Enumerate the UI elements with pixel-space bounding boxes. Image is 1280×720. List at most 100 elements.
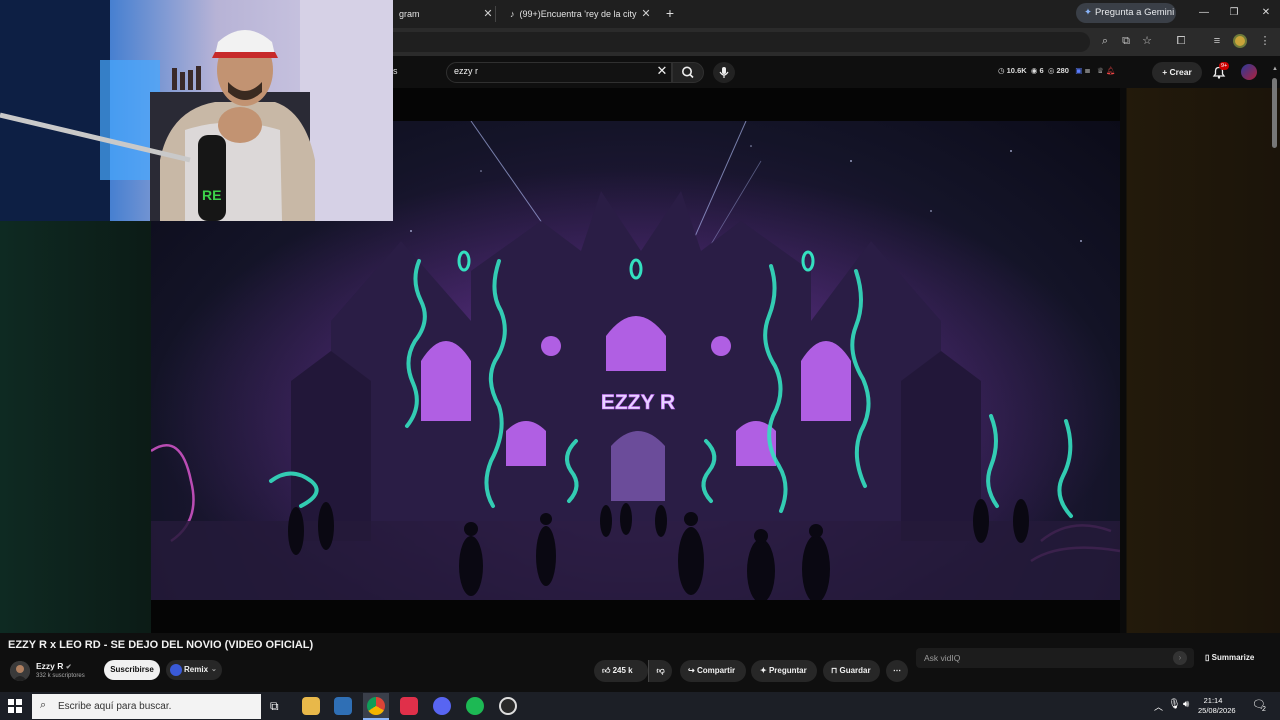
vidiq-icon[interactable]: ▣ (1075, 66, 1082, 75)
share-button[interactable]: ↪ Compartir (680, 660, 746, 682)
page-scrollbar[interactable]: ▲ (1270, 66, 1278, 686)
save-button[interactable]: ⊓ Guardar (823, 660, 880, 682)
vidiq-header-stats: ◷ 10.6K ◉ 6 ◎ 280 ▣ ≣ ♕ 🔔︎ (998, 66, 1115, 75)
share-label: Compartir (696, 666, 736, 675)
stat-count-b: 280 (1056, 66, 1069, 75)
account-avatar[interactable] (1241, 64, 1257, 80)
like-count: 245 k (612, 666, 633, 675)
channel-avatar-image (10, 661, 30, 681)
vidiq-send-button[interactable]: › (1173, 651, 1187, 665)
windows-start-icon[interactable] (8, 699, 22, 718)
notification-count: 2 (1262, 706, 1266, 713)
new-tab-button[interactable]: + (662, 3, 678, 25)
minimize-button[interactable]: — (1189, 4, 1219, 22)
trophy-icon[interactable]: ♕ (1097, 66, 1104, 75)
streamer-webcam-image: RE (0, 0, 393, 221)
close-tab-icon[interactable]: ✕ (481, 3, 495, 25)
chevron-up-icon[interactable]: ︿ (1154, 700, 1163, 713)
search-query-text: ezzy r (454, 66, 479, 76)
clock-icon: ◷ (998, 66, 1005, 75)
ask-label: Preguntar (768, 666, 807, 675)
summarize-label: Summarize (1211, 653, 1255, 662)
dislike-button[interactable]: 👎︎ (648, 660, 672, 682)
close-window-button[interactable]: ✕ (1251, 4, 1280, 22)
tab-title: gram (399, 9, 420, 19)
search-button[interactable] (672, 62, 704, 83)
scroll-up-icon[interactable]: ▲ (1272, 66, 1278, 72)
clock-time: 21:14 (1203, 696, 1223, 705)
like-button[interactable]: 👍︎ 245 k (594, 660, 648, 682)
neon-logo-text: EZZY R (601, 391, 675, 414)
vidiq-ask-placeholder: Ask vidIQ (924, 653, 961, 663)
obs-icon[interactable] (499, 697, 517, 715)
verified-icon: ✔︎ (65, 664, 72, 671)
browser-tab-tiktok[interactable]: ♪ (99+)Encuentra 'rey de la city h (504, 3, 638, 25)
browser-tab-instagram[interactable]: gram (393, 3, 483, 25)
subscriber-count: 332 k suscriptores (36, 673, 85, 679)
restore-button[interactable]: ❐ (1219, 4, 1249, 22)
webcam-overlay: RE (0, 0, 393, 221)
create-label: Crear (1169, 67, 1192, 77)
search-input[interactable] (446, 62, 672, 83)
gemini-star-icon: ✦ (1084, 7, 1092, 18)
streaming-app-icon[interactable] (400, 697, 418, 715)
stat-views: 10.6K (1006, 66, 1027, 75)
bookmark-star-icon[interactable]: ☆ (1139, 33, 1155, 49)
microphone-icon (719, 67, 729, 78)
media-controls-icon[interactable]: ≡ (1209, 33, 1225, 49)
taskbar-search-placeholder: Escribe aquí para buscar. (58, 701, 172, 712)
discord-icon[interactable] (433, 697, 451, 715)
plus-icon: + (1162, 67, 1170, 77)
summarize-button[interactable]: ▯ Summarize (1205, 653, 1254, 662)
eye-icon: ◉ (1030, 66, 1038, 75)
search-icon: ⌕ (40, 699, 47, 711)
cast-icon[interactable]: ⧉ (1118, 33, 1134, 49)
microphone-icon[interactable]: 🎙︎ (1168, 699, 1181, 710)
volume-icon[interactable]: 🔊︎ (1183, 699, 1189, 710)
share-icon: ↪ (688, 666, 697, 675)
remix-label: Remix (184, 665, 209, 674)
ask-button[interactable]: ✦ Preguntar (751, 660, 817, 682)
stat-count-a: 6 (1039, 66, 1044, 75)
more-actions-button[interactable]: ⋯ (886, 660, 908, 682)
create-button[interactable]: + Crear (1152, 62, 1202, 83)
kebab-menu-icon[interactable]: ⋮ (1257, 33, 1273, 49)
channel-name[interactable]: Ezzy R ✔︎ (36, 661, 72, 671)
alert-icon[interactable]: 🔔︎ (1106, 66, 1116, 75)
search-icon (682, 66, 694, 79)
more-horizontal-icon: ⋯ (893, 666, 901, 675)
gemini-label: Pregunta a Gemini (1094, 7, 1175, 18)
document-icon: ▯ (1205, 653, 1212, 662)
tiktok-icon: ♪ (510, 9, 515, 19)
task-view-icon[interactable]: ⧉ (270, 699, 279, 714)
scrollbar-thumb[interactable] (1272, 78, 1277, 148)
header-fragment: s (393, 66, 398, 76)
clock-date: 25/08/2026 (1198, 706, 1236, 715)
zoom-icon[interactable]: ⌕ (1097, 33, 1113, 49)
list-icon[interactable]: ≣ (1084, 66, 1090, 75)
extensions-icon[interactable]: ⧠ (1173, 33, 1189, 49)
voice-search-button[interactable] (713, 62, 735, 83)
taskbar-clock[interactable]: 21:14 25/08/2026 (1198, 696, 1236, 716)
save-label: Guardar (839, 666, 871, 675)
store-icon[interactable] (334, 697, 352, 715)
file-explorer-icon[interactable] (302, 697, 320, 715)
remix-icon (170, 664, 182, 676)
address-bar[interactable] (300, 32, 1090, 52)
gemini-button[interactable]: ✦ Pregunta a Gemini (1076, 3, 1176, 23)
channel-avatar[interactable] (10, 661, 30, 681)
video-title: EZZY R x LEO RD - SE DEJO DEL NOVIO (VID… (8, 639, 314, 651)
profile-avatar[interactable] (1233, 34, 1247, 48)
eye-icon: ◎ (1047, 66, 1055, 75)
subscribe-button[interactable]: Suscribirse (104, 660, 160, 680)
clear-search-icon[interactable]: ✕ (654, 63, 670, 79)
tab-divider (495, 6, 496, 22)
close-tab-icon[interactable]: ✕ (639, 3, 653, 25)
sparkle-icon: ✦ (760, 666, 769, 675)
chrome-icon[interactable] (367, 697, 385, 715)
thumbs-up-icon: 👍︎ (602, 666, 611, 675)
remix-button[interactable]: Remix ⌄ (166, 660, 222, 680)
spotify-icon[interactable] (466, 697, 484, 715)
channel-name-text: Ezzy R (36, 661, 64, 671)
svg-text:RE: RE (202, 187, 221, 203)
